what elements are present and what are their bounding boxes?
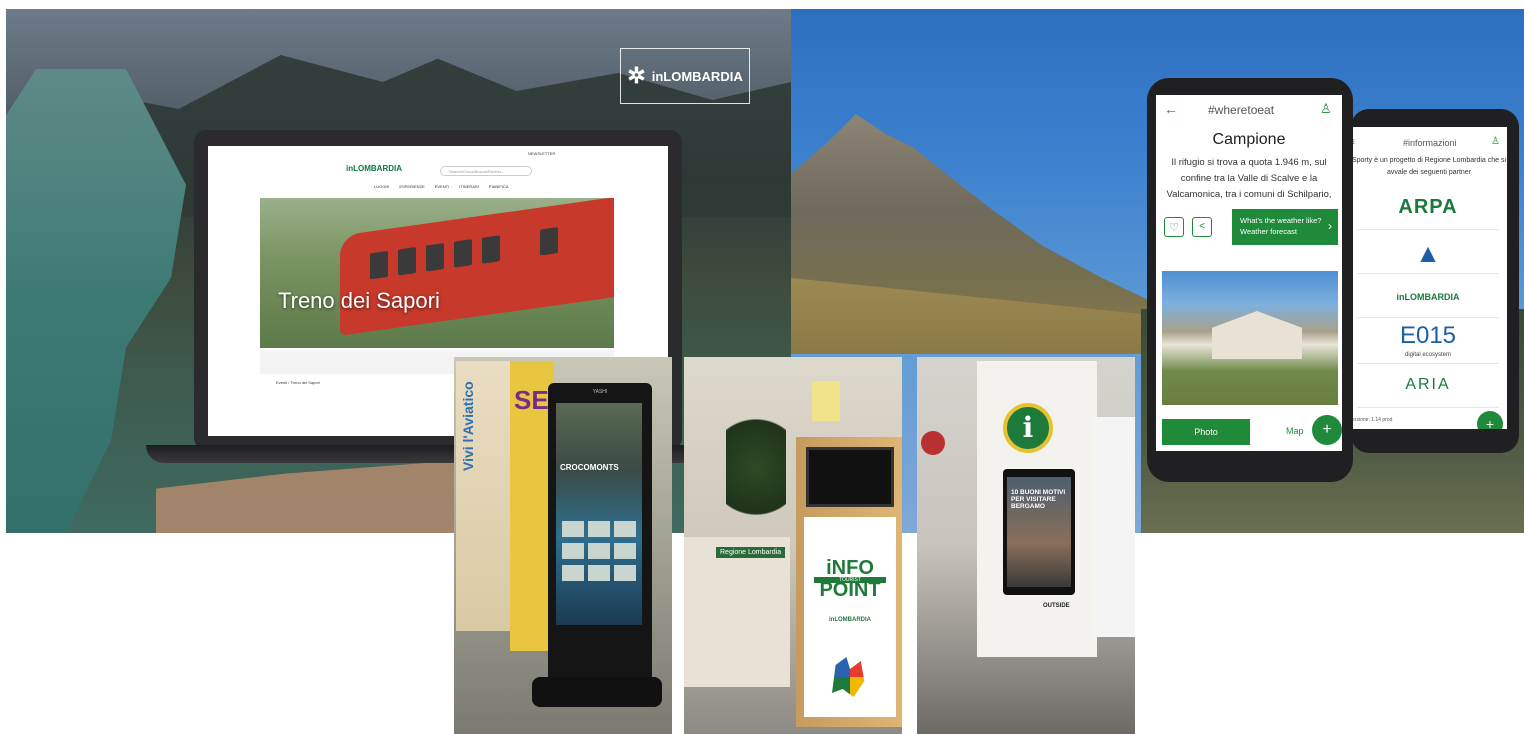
add-fab-button[interactable]: + [1477,411,1503,429]
site-logo[interactable]: inLOMBARDIA [346,164,402,173]
hero-image: Treno dei Sapori [260,198,614,348]
user-icon[interactable]: ♙ [1320,101,1332,117]
newsletter-link[interactable]: NEWSLETTER [528,151,555,156]
photo-button[interactable]: Photo [1162,419,1250,445]
breadcrumb[interactable]: Eventi / Treno dei Sapori [276,380,320,385]
outside-label: OUTSIDE [1043,603,1070,609]
section-hashtag: #wheretoeat [1208,103,1275,117]
partner-arpa[interactable]: ARPA [1357,187,1499,230]
regione-lombardia-label: Regione Lombardia [716,547,786,558]
favorite-heart-icon[interactable]: ♡ [1164,217,1184,237]
kiosk-touchscreen[interactable]: 10 BUONI MOTIVI PER VISITARE BERGAMO [1007,477,1071,587]
share-icon[interactable]: < [1192,217,1212,237]
laptop-lake-photo: ✲ inLOMBARDIA NEWSLETTER inLOMBARDIA Sea… [6,9,791,533]
totem-kiosk: YASHI CROCOMONTS [548,383,652,691]
e015-label: E015 [1399,322,1457,349]
inlombardia-logo-box: ✲ inLOMBARDIA [620,48,750,104]
user-icon[interactable]: ♙ [1491,136,1500,147]
site-nav: LUOGHI ESPERIENZE EVENTI ITINERARI PIANI… [374,184,508,189]
kiosk-screen-title: CROCOMONTS [560,463,619,472]
chevron-right-icon: › [1328,219,1332,233]
kiosk-stand [532,677,662,707]
place-photo [1162,271,1338,405]
e015-subtitle: digital ecosystem [1404,352,1452,358]
mountain-hut [1212,311,1302,359]
weather-button-label: What's the weather like? Weather forecas… [1240,216,1322,236]
wall-alarm-icon [921,431,945,455]
wall-kiosk: 10 BUONI MOTIVI PER VISITARE BERGAMO [1003,469,1075,595]
kiosk-brand: YASHI [592,389,608,395]
tourist-label: TOURIST [814,577,886,583]
nav-item-esperienze[interactable]: ESPERIENZE [399,184,424,189]
secondary-phone-screen: ≡ #informazioni ♙ Sporty è un progetto d… [1349,127,1507,429]
place-title: Campione [1212,131,1286,148]
kiosk-monitor[interactable] [806,447,894,507]
site-search-input[interactable]: Search/Cerca/Buscar/Recher... [440,166,532,176]
info-text: iNFO [826,557,874,579]
kiosk-screen-headline: 10 BUONI MOTIVI PER VISITARE BERGAMO [1011,489,1066,510]
info-i-icon: i [1003,403,1053,453]
inlombardia-label: inLOMBARDIA [829,617,871,623]
version-label: Versione: 1.14 prod [1349,417,1393,423]
kiosk-touchscreen[interactable]: CROCOMONTS [556,403,642,625]
nav-item-pianifica[interactable]: PIANIFICA [489,184,509,189]
back-arrow-icon[interactable]: ← [1164,101,1178,117]
inlombardia-logo-text: inLOMBARDIA [651,68,743,84]
inlombardia-flower-icon: ✲ [627,63,646,88]
partner-aria[interactable]: ARIA [1357,367,1499,408]
partner-inlombardia[interactable]: inLOMBARDIA [1357,277,1499,318]
red-train [340,198,614,336]
potted-plant [726,419,786,539]
partner-mountain-logo-icon[interactable]: ▲ [1357,233,1499,274]
kiosk-photo-selvino: Vivi l'Aviatico SELVINO YASHI CROCOMONTS [454,357,672,734]
brochure-desk [684,537,790,687]
nav-item-itinerari[interactable]: ITINERARI [459,184,479,189]
kiosk-photo-bergamo: i 10 BUONI MOTIVI PER VISITARE BERGAMO O… [917,357,1135,734]
main-phone-screen: ← #wheretoeat ♙ Campione Il rifugio si t… [1156,95,1342,451]
side-poster [1093,417,1135,637]
hero-title: Treno dei Sapori [278,288,440,313]
selvino-banner-text: SELVINO [514,385,626,415]
partners-description: Sporty è un progetto di Regione Lombardi… [1351,157,1507,176]
section-hashtag: #informazioni [1403,138,1457,148]
weather-forecast-button[interactable]: What's the weather like? Weather forecas… [1232,209,1338,245]
add-fab-button[interactable]: + [1312,415,1342,445]
phone-header: ← #wheretoeat ♙ [1156,101,1342,121]
infopoint-panel: iNFO POINT TOURIST inLOMBARDIA [804,517,896,717]
nav-item-eventi[interactable]: EVENTI [435,184,449,189]
map-button[interactable]: Map [1286,426,1304,436]
lakeside-town [156,459,476,533]
aviatico-banner: Vivi l'Aviatico [456,361,512,631]
aviatico-banner-text: Vivi l'Aviatico [460,381,476,471]
kiosk-photo-infopoint: Regione Lombardia iNFO POINT TOURIST inL… [684,357,902,734]
warning-sign [812,381,840,421]
inlombardia-flower-icon [832,657,865,697]
partner-e015[interactable]: E015 digital ecosystem [1357,321,1499,364]
site-header: NEWSLETTER inLOMBARDIA Search/Cerca/Busc… [208,146,668,202]
nav-item-luoghi[interactable]: LUOGHI [374,184,389,189]
infopoint-kiosk: iNFO POINT TOURIST inLOMBARDIA [796,437,902,727]
